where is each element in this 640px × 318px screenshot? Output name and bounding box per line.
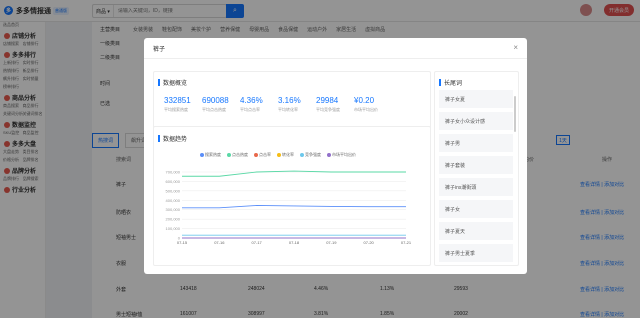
x-tick-label: 07-16: [214, 240, 225, 245]
y-tick-label: 700,000: [166, 170, 181, 175]
x-tick-label: 07-20: [364, 240, 375, 245]
tail-word-item[interactable]: 裤子女小众设计感: [439, 112, 513, 130]
tail-word-item[interactable]: 裤子女: [439, 200, 513, 218]
y-tick-label: 300,000: [166, 207, 181, 212]
tail-title: 长尾词: [439, 78, 462, 87]
y-tick-label: 100,000: [166, 226, 181, 231]
y-tick-label: 500,000: [166, 188, 181, 193]
tail-word-list: 裤子女夏裤子女小众设计感 裤子男裤子套装裤子ins潮街頭 裤子女裤子夏天裤子男士夏季: [439, 90, 513, 266]
y-tick-label: 200,000: [166, 217, 181, 222]
y-tick-label: 600,000: [166, 179, 181, 184]
x-tick-label: 07-18: [289, 240, 300, 245]
x-tick-label: 07-17: [252, 240, 263, 245]
keyword-detail-modal: 裤子 × 数据概览 332851 平均搜索热度 690088 平均点击热度 4.36% 平…: [144, 38, 527, 274]
y-tick-label: 400,000: [166, 198, 181, 203]
tail-word-item[interactable]: 裤子男: [439, 134, 513, 152]
series-line: [182, 205, 406, 209]
tail-scrollbar[interactable]: [514, 96, 516, 132]
tail-word-item[interactable]: 裤子女夏: [439, 90, 513, 108]
tail-word-item[interactable]: 裤子夏天: [439, 222, 513, 240]
tail-word-item[interactable]: 裤子男士夏季: [439, 244, 513, 262]
x-tick-label: 07-15: [177, 240, 188, 245]
tail-word-item[interactable]: 裤子ins潮街頭: [439, 178, 513, 196]
tail-word-item[interactable]: 裤子套装: [439, 156, 513, 174]
x-tick-label: 07-21: [401, 240, 412, 245]
x-tick-label: 07-19: [326, 240, 337, 245]
